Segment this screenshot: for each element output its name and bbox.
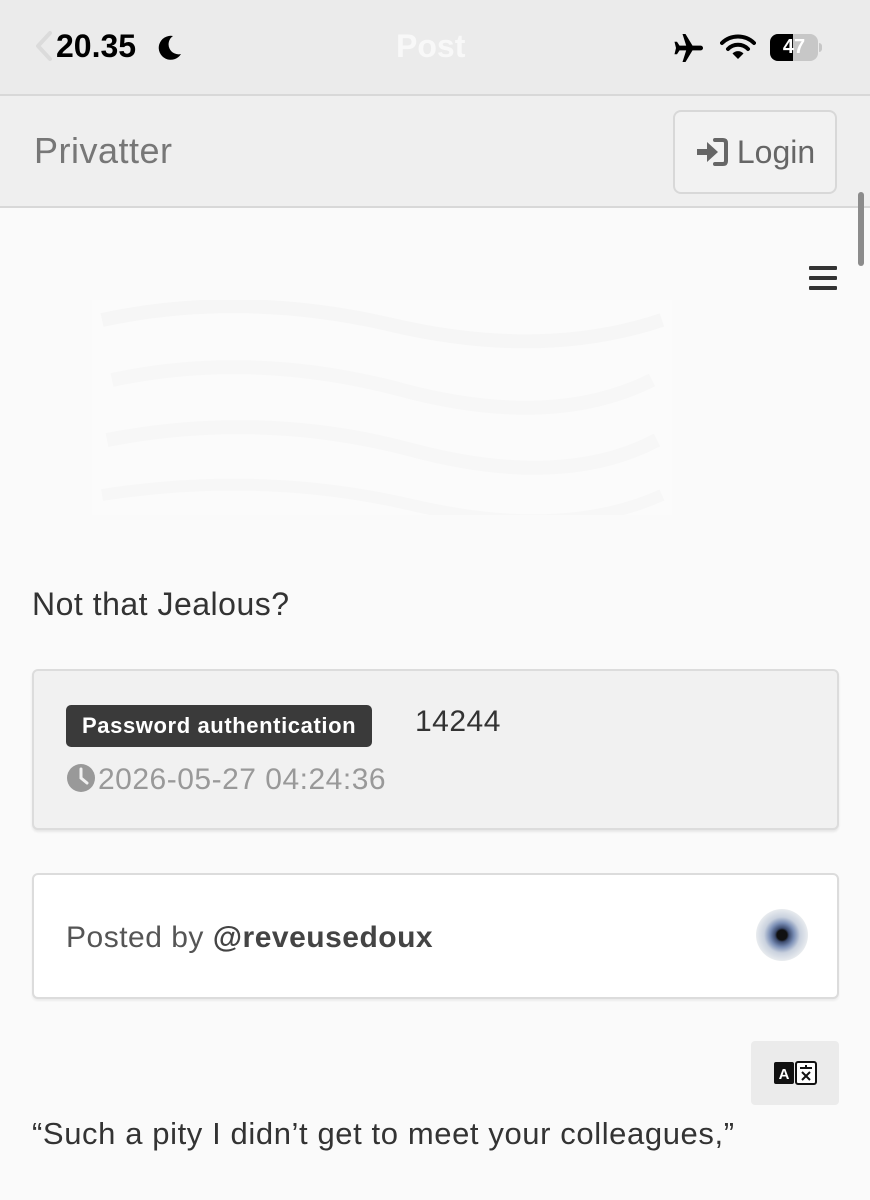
battery-level: 47 xyxy=(782,36,806,58)
posted-by-prefix: Posted by xyxy=(66,921,213,954)
login-button[interactable]: Login xyxy=(673,110,837,194)
post-body-text: “Such a pity I didn’t get to meet your c… xyxy=(32,1116,735,1151)
translate-button[interactable]: A xyxy=(751,1041,839,1105)
posted-by: Posted by @reveusedoux xyxy=(66,921,433,955)
page-ghost-title: Post xyxy=(396,28,466,64)
post-title: Not that Jealous? xyxy=(32,586,290,622)
avatar[interactable] xyxy=(756,909,808,961)
top-navbar: Privatter Login xyxy=(0,94,870,208)
post-timestamp: 2026-05-27 04:24:36 xyxy=(98,763,387,796)
status-bar: 20.35 Post 47 xyxy=(0,0,870,94)
brand-logo-text[interactable]: Privatter xyxy=(34,130,173,172)
post-info-card: Password authentication 14244 2026-05-27… xyxy=(32,669,839,830)
hamburger-menu-icon[interactable] xyxy=(808,264,838,292)
svg-text:A: A xyxy=(779,1066,790,1083)
sign-in-icon xyxy=(696,138,728,166)
login-label: Login xyxy=(736,133,816,170)
back-chevron-icon[interactable] xyxy=(34,30,54,62)
author-card: Posted by @reveusedoux xyxy=(32,873,839,999)
faint-header-graphic xyxy=(92,300,672,515)
airplane-icon xyxy=(674,34,703,62)
page-scrollbar[interactable] xyxy=(858,192,864,266)
author-handle-link[interactable]: @reveusedoux xyxy=(213,921,433,954)
status-time: 20.35 xyxy=(56,28,137,64)
clock-icon xyxy=(67,764,95,792)
translate-icon: A xyxy=(774,1061,817,1085)
moon-icon xyxy=(158,35,181,60)
battery-icon: 47 xyxy=(770,34,822,61)
auth-badge: Password authentication xyxy=(66,705,373,747)
auth-count: 14244 xyxy=(415,705,501,738)
wifi-icon xyxy=(720,34,756,59)
